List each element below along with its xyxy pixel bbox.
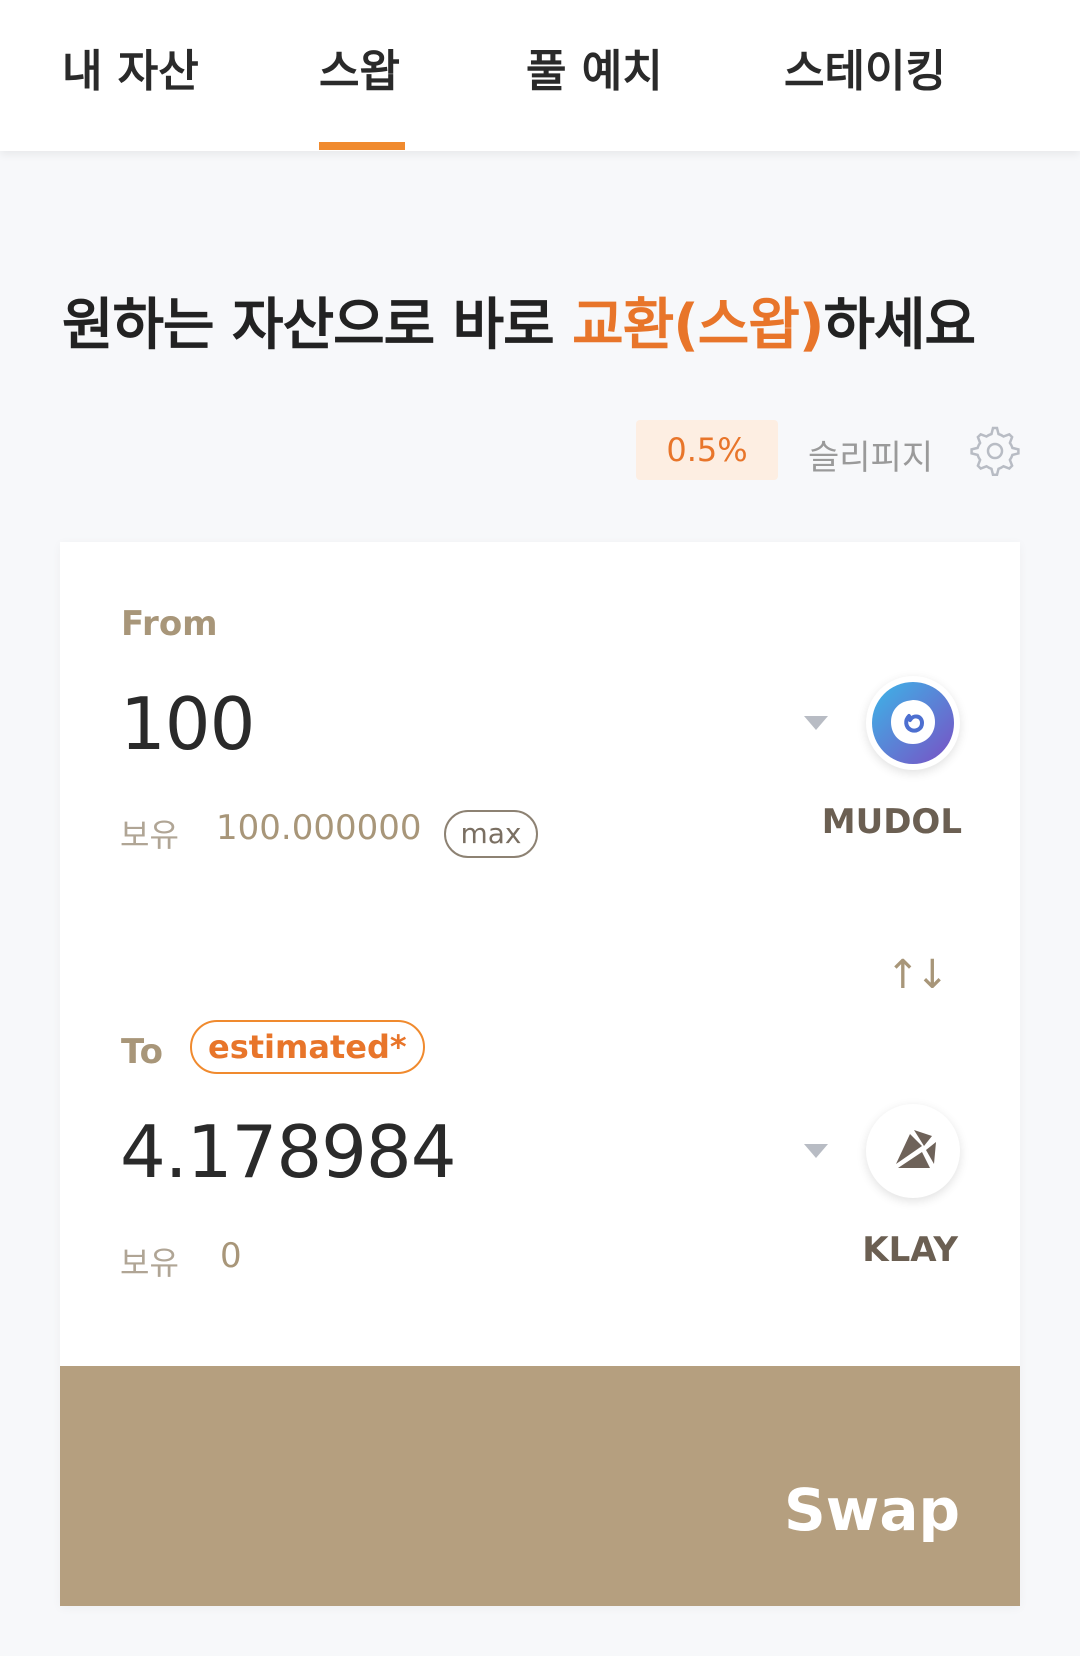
headline-prefix: 원하는 자산으로 바로 — [62, 293, 573, 358]
swap-button[interactable]: Swap — [60, 1366, 1020, 1606]
max-button[interactable]: max — [444, 810, 538, 858]
to-balance-label: 보유 — [120, 1244, 179, 1282]
swap-button-label: Swap — [783, 1476, 960, 1544]
from-token-selector[interactable] — [866, 676, 960, 770]
from-balance-label: 보유 — [120, 816, 179, 854]
mudol-token-icon — [872, 682, 954, 764]
swap-card: From 100 MUDOL 보유 100.000000 max ↑↓ To e… — [60, 542, 1020, 1606]
to-label: To — [121, 1032, 164, 1072]
tab-pool-deposit[interactable]: 풀 예치 — [526, 42, 663, 102]
to-token-dropdown-caret-icon[interactable] — [804, 1144, 828, 1158]
headline-highlight: 교환(스왑) — [572, 293, 824, 358]
to-token-name: KLAY — [862, 1230, 958, 1270]
from-token-dropdown-caret-icon[interactable] — [804, 716, 828, 730]
to-amount-input[interactable]: 4.178984 — [120, 1110, 457, 1194]
estimated-badge: estimated* — [190, 1020, 425, 1074]
to-balance-value: 0 — [220, 1236, 242, 1276]
tab-swap[interactable]: 스왑 — [319, 42, 400, 102]
switch-direction-icon[interactable]: ↑↓ — [886, 952, 949, 998]
from-token-name: MUDOL — [821, 802, 962, 842]
from-label: From — [121, 604, 218, 644]
page-headline: 원하는 자산으로 바로 교환(스왑)하세요 — [62, 280, 976, 361]
tab-staking[interactable]: 스테이킹 — [784, 42, 946, 102]
tab-my-assets[interactable]: 내 자산 — [62, 42, 199, 102]
from-amount-input[interactable]: 100 — [120, 682, 255, 766]
slippage-label: 슬리피지 — [808, 438, 934, 478]
to-token-selector[interactable] — [866, 1104, 960, 1198]
top-navigation: 내 자산 스왑 풀 예치 스테이킹 — [0, 0, 1080, 151]
from-balance-value: 100.000000 — [216, 808, 422, 848]
slippage-value-badge[interactable]: 0.5% — [636, 420, 778, 480]
headline-suffix: 하세요 — [823, 293, 976, 358]
gear-icon[interactable] — [966, 424, 1020, 478]
klay-token-icon — [896, 1130, 936, 1168]
active-tab-indicator — [319, 142, 405, 150]
